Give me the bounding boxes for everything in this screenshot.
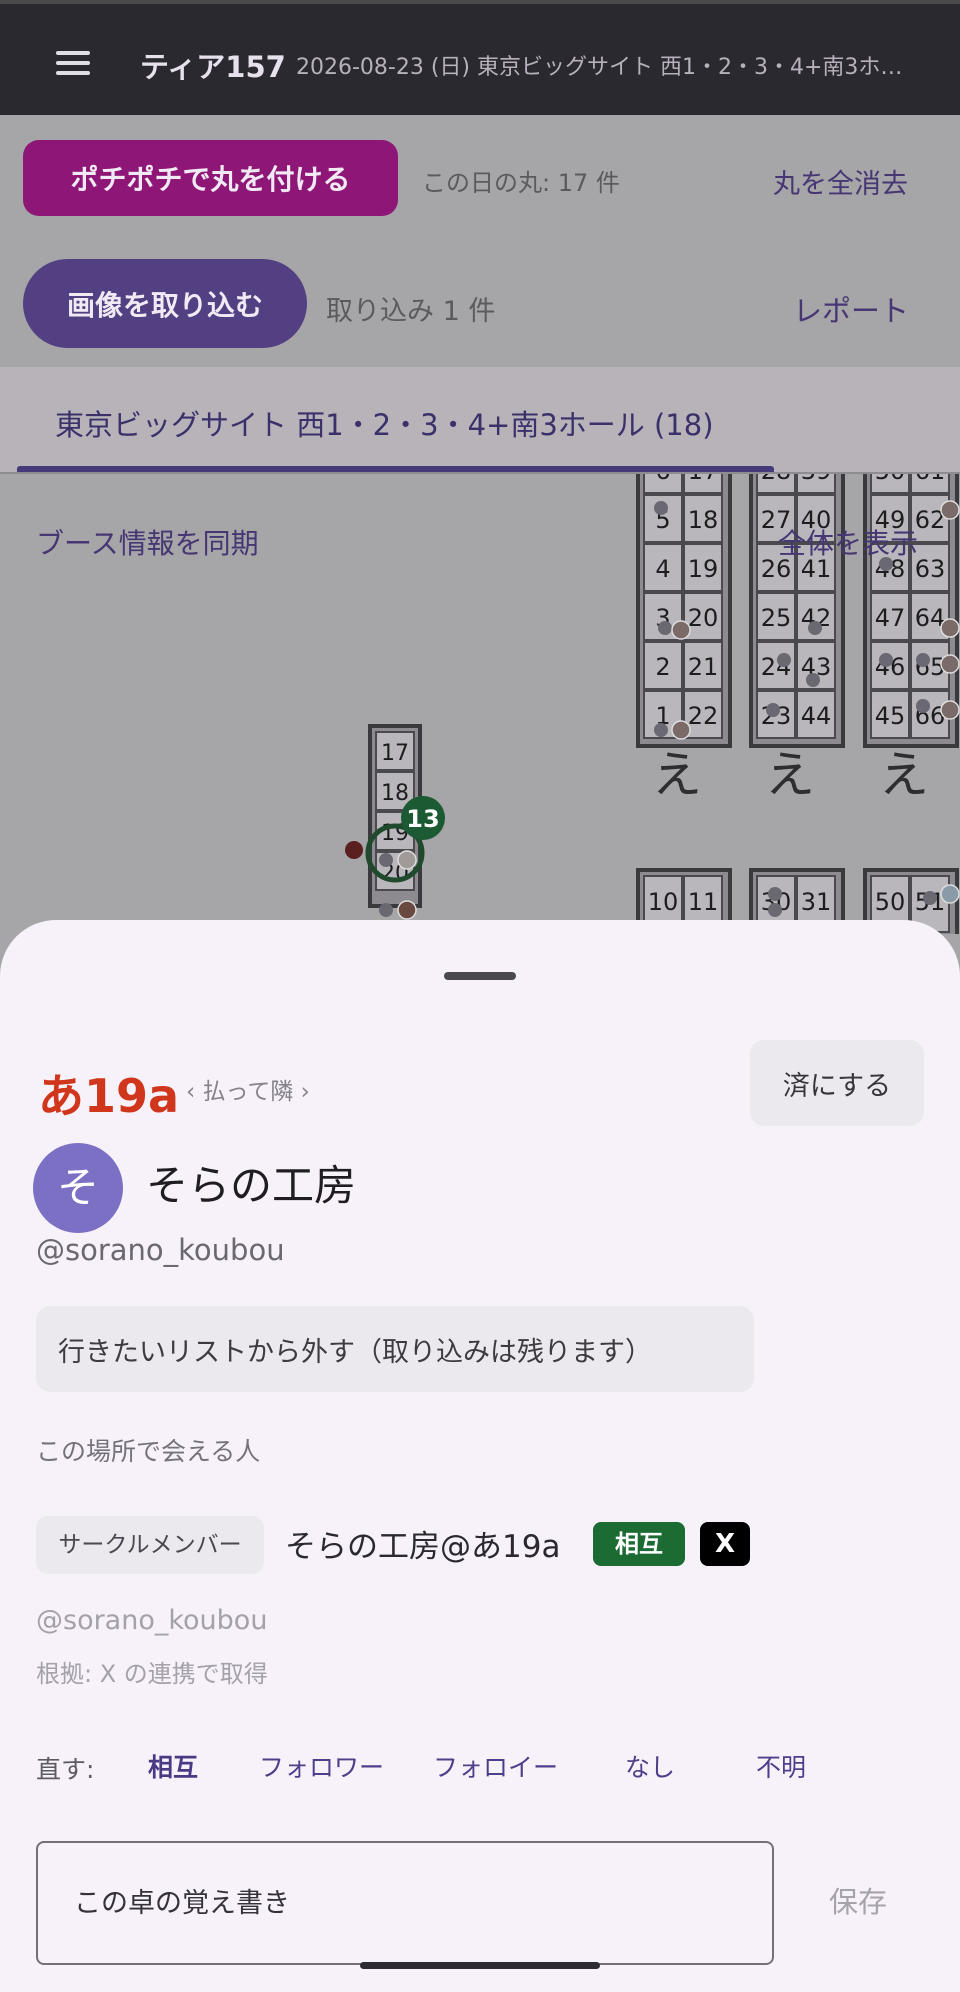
day-mark-count: この日の丸: 17 件: [422, 169, 620, 197]
fix-option-mutual[interactable]: 相互: [148, 1748, 198, 1784]
count-badge-number: 13: [406, 805, 439, 833]
booth-number: 20: [688, 604, 719, 632]
circle-avatar-icon: [940, 654, 960, 674]
app-title: ティア157: [140, 50, 286, 84]
booth-marker: [768, 887, 782, 901]
gesture-bar: [360, 1962, 600, 1969]
import-count: 取り込み 1 件: [326, 296, 496, 327]
circle-avatar-icon: [940, 618, 960, 638]
remove-from-list-button[interactable]: 行きたいリストから外す（取り込みは残ります）: [36, 1306, 754, 1392]
booth-marker: [806, 673, 820, 687]
booth-number: 39: [801, 474, 832, 485]
booth-marker: [923, 891, 937, 905]
booth-marker: [916, 653, 930, 667]
fix-option-follower[interactable]: フォロワー: [259, 1748, 384, 1784]
circle-avatar-icon: [671, 620, 691, 640]
booth-number: 11: [688, 888, 719, 916]
circle-avatar-icon: [940, 884, 960, 904]
booth-marker: [777, 653, 791, 667]
island-letter: え: [652, 746, 702, 804]
circle-avatar-icon: [940, 700, 960, 720]
circle-avatar-icon: [940, 500, 960, 520]
booth-number: 19: [688, 555, 719, 583]
booth-number: 45: [875, 702, 906, 730]
relation-basis: 根拠: X の連携で取得: [36, 1660, 268, 1688]
booth-marker: [658, 621, 672, 635]
booth-number: 18: [381, 781, 409, 806]
member-role-chip: サークルメンバー: [36, 1516, 264, 1574]
booth-number: 28: [761, 474, 792, 485]
booth-number: 50: [875, 888, 906, 916]
booth-marker: [768, 903, 782, 917]
booth-number: 61: [915, 474, 946, 485]
booth-marker: [808, 621, 822, 635]
sync-booth-link[interactable]: ブース情報を同期: [36, 522, 259, 562]
booth-number: 47: [875, 604, 906, 632]
booth-number: 63: [915, 555, 946, 583]
circle-handle: @sorano_koubou: [36, 1233, 285, 1267]
booth-number: 21: [688, 653, 719, 681]
circle-avatar-icon: [671, 720, 691, 740]
booth-marker: [766, 703, 780, 717]
fix-option-unknown[interactable]: 不明: [756, 1748, 806, 1784]
booth-marker: [879, 653, 893, 667]
report-link[interactable]: レポート: [793, 288, 909, 330]
booth-number: 44: [801, 702, 832, 730]
booth-detail-sheet: あ19a ‹ 払って隣 › 済にする そ そらの工房 @sorano_koubo…: [0, 920, 960, 1992]
island-letter: え: [765, 746, 815, 804]
menu-icon[interactable]: [56, 51, 90, 75]
circle-avatar-icon: [397, 900, 417, 920]
circle-name: そらの工房: [146, 1161, 357, 1210]
people-section-label: この場所で会える人: [36, 1437, 261, 1466]
mutual-badge: 相互: [593, 1522, 685, 1566]
member-handle: @sorano_koubou: [36, 1605, 268, 1636]
app-bar: ティア157 2026-08-23 (日) 東京ビッグサイト 西1・2・3・4+…: [0, 0, 960, 115]
booth-number: 50: [875, 474, 906, 485]
avatar: そ: [33, 1143, 123, 1233]
booth-marker: [379, 853, 393, 867]
clear-all-link[interactable]: 丸を全消去: [773, 162, 908, 201]
booth-number: 10: [648, 888, 679, 916]
booth-number: 18: [688, 506, 719, 534]
show-all-link[interactable]: 全体を表示: [778, 522, 918, 562]
booth-number: 2: [655, 653, 670, 681]
booth-marker: [379, 903, 393, 917]
island-letter: え: [879, 746, 929, 804]
booth-code: あ19a: [38, 1069, 180, 1123]
booth-number: 17: [688, 474, 719, 485]
booth-number: 25: [761, 604, 792, 632]
swipe-hint: ‹ 払って隣 ›: [186, 1079, 310, 1105]
fix-option-none[interactable]: なし: [625, 1748, 675, 1784]
save-button[interactable]: 保存: [806, 1865, 910, 1935]
member-name: そらの工房@あ19a: [285, 1529, 561, 1565]
tab-hall-west-south[interactable]: 東京ビッグサイト 西1・2・3・4+南3ホール (18): [55, 402, 714, 444]
booth-number: 4: [655, 555, 670, 583]
booth-number: 31: [801, 888, 832, 916]
event-subtitle: 2026-08-23 (日) 東京ビッグサイト 西1・2・3・4+南3ホ…: [296, 55, 903, 80]
x-badge: X: [700, 1522, 750, 1566]
booth-number: 22: [688, 702, 719, 730]
booth-number: 6: [655, 474, 670, 485]
mark-mode-button[interactable]: ポチポチで丸を付ける: [23, 140, 398, 216]
fix-option-followee[interactable]: フォロイー: [433, 1748, 558, 1784]
booth-number: 17: [381, 741, 409, 766]
memo-input[interactable]: [36, 1841, 774, 1965]
import-image-button[interactable]: 画像を取り込む: [23, 259, 307, 348]
booth-marker: [654, 723, 668, 737]
fix-label: 直す:: [36, 1755, 95, 1784]
drag-handle[interactable]: [444, 972, 516, 980]
booth-marker: [654, 501, 668, 515]
circle-avatar-icon: [397, 850, 417, 870]
booth-marker: [916, 699, 930, 713]
mark-done-button[interactable]: 済にする: [750, 1040, 924, 1126]
circle-avatar-icon: [345, 841, 363, 859]
